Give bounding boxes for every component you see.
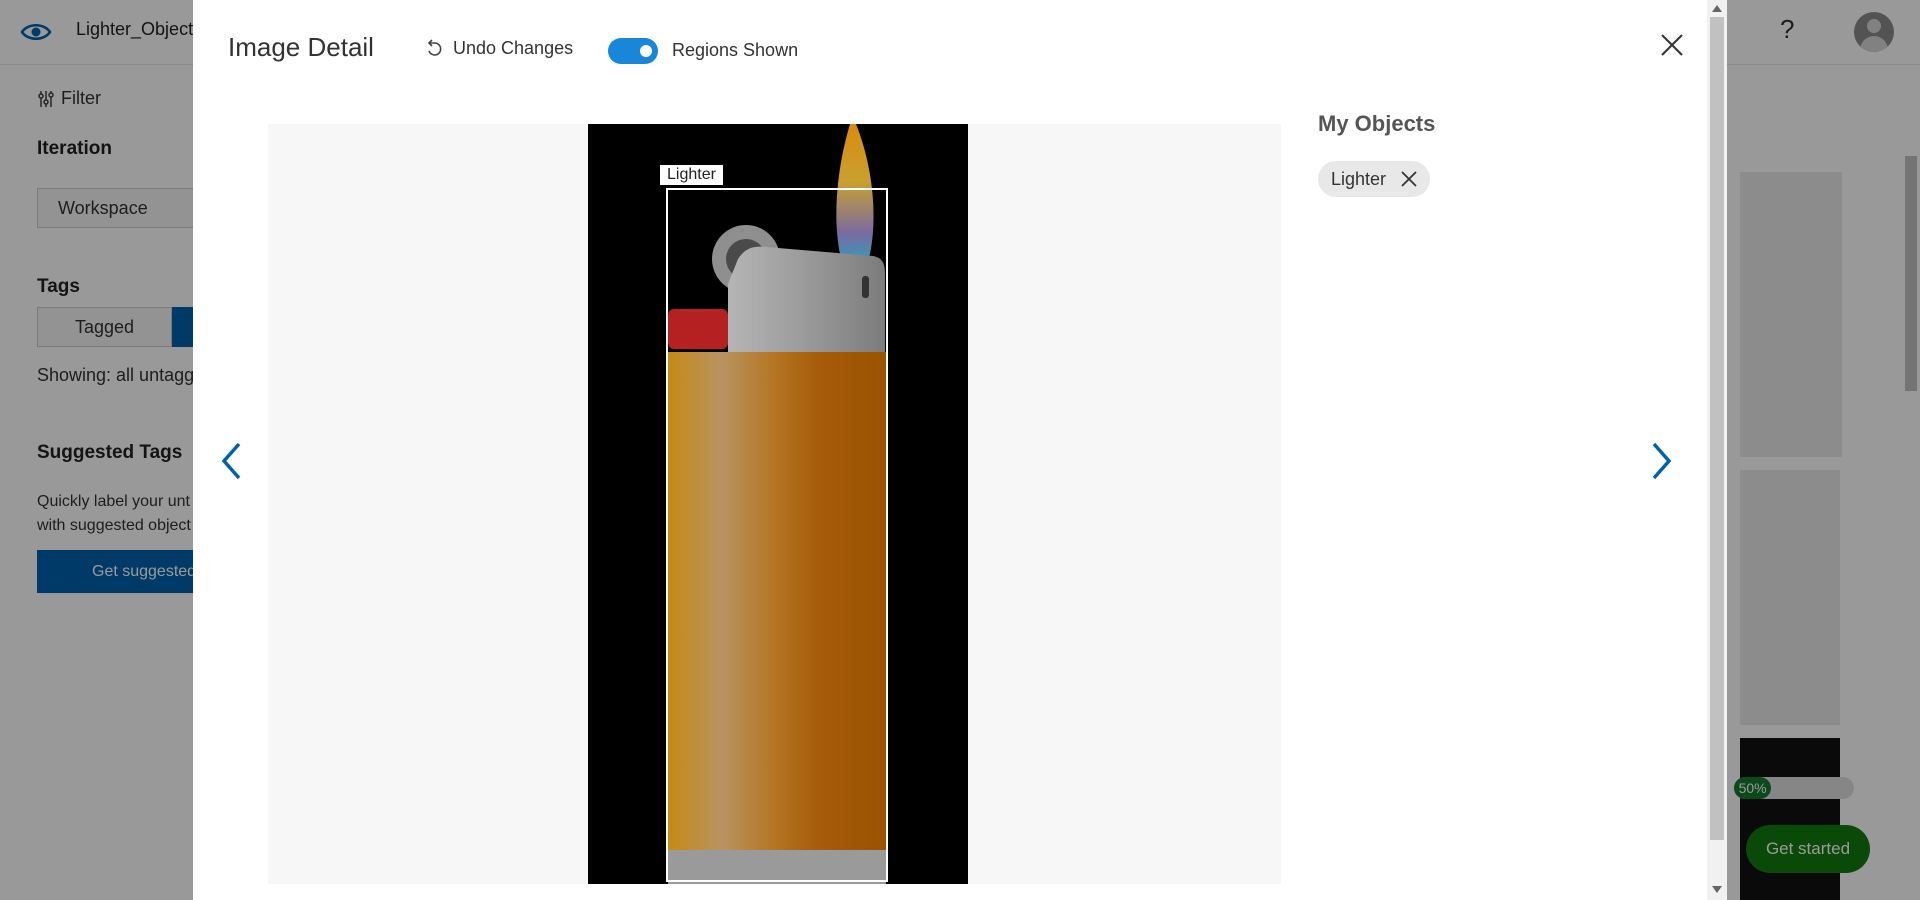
close-icon[interactable] bbox=[1659, 32, 1685, 58]
image-viewer[interactable]: Lighter bbox=[268, 124, 1281, 884]
close-icon[interactable] bbox=[1400, 170, 1418, 188]
my-objects-heading: My Objects bbox=[1318, 111, 1436, 136]
chevron-right-icon[interactable] bbox=[1648, 441, 1674, 481]
undo-changes-label: Undo Changes bbox=[453, 38, 574, 58]
modal-scrollbar[interactable] bbox=[1707, 0, 1727, 900]
object-tag-chip[interactable]: Lighter bbox=[1318, 161, 1431, 197]
undo-changes-button[interactable]: Undo Changes bbox=[425, 38, 573, 59]
undo-icon bbox=[427, 38, 442, 56]
region-bounding-box[interactable] bbox=[666, 188, 888, 882]
lighter-photo[interactable]: Lighter bbox=[588, 124, 968, 884]
modal-title: Image Detail bbox=[228, 32, 374, 62]
regions-toggle-label: Regions Shown bbox=[672, 40, 799, 60]
image-detail-modal: Image Detail Undo Changes Regions Shown bbox=[193, 0, 1727, 900]
regions-toggle[interactable] bbox=[608, 38, 658, 64]
region-tag-label[interactable]: Lighter bbox=[660, 165, 723, 185]
chevron-left-icon[interactable] bbox=[219, 441, 245, 481]
object-tag-label: Lighter bbox=[1331, 168, 1387, 189]
